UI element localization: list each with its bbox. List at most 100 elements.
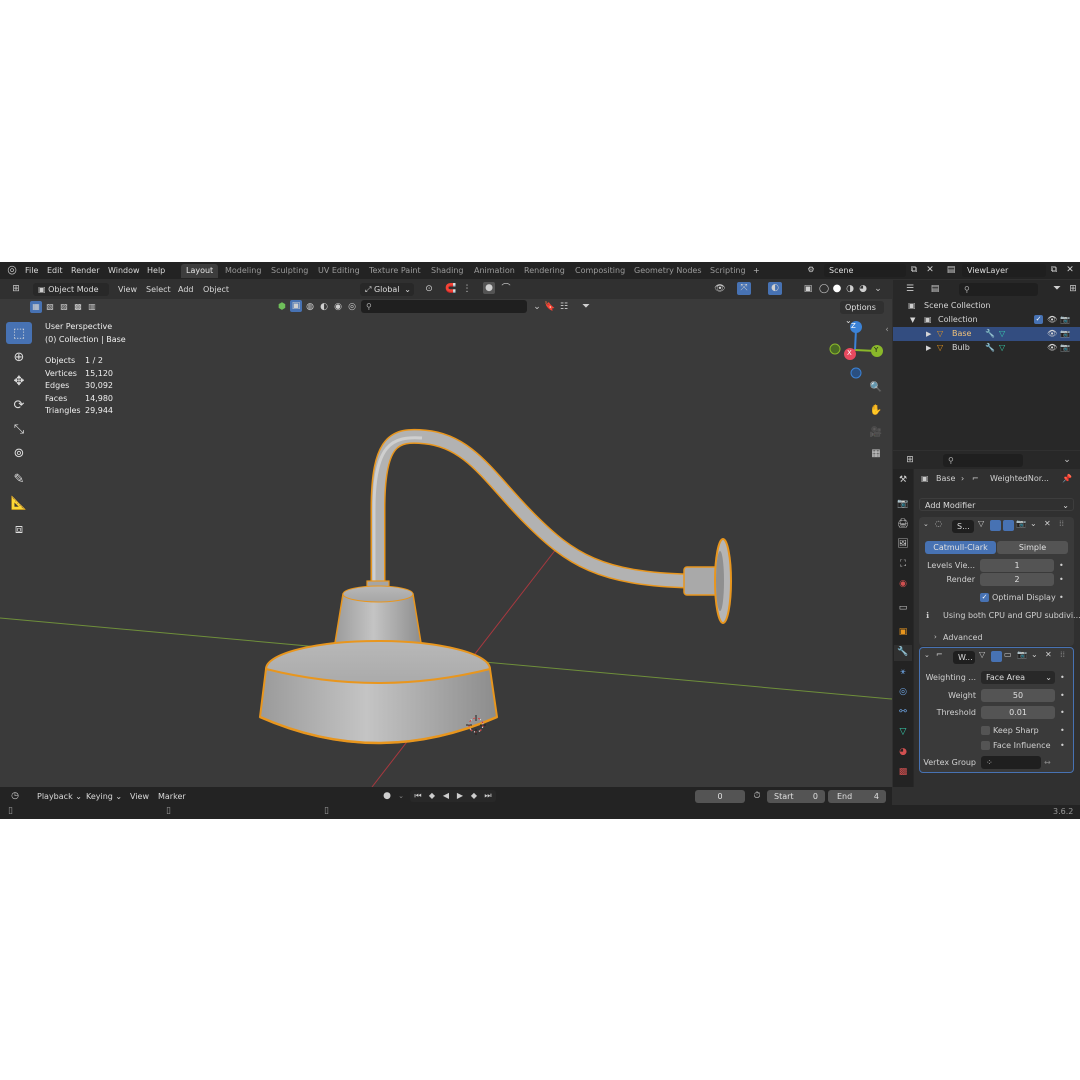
tab-shading[interactable]: Shading (426, 264, 469, 278)
tab-sculpting[interactable]: Sculpting (266, 264, 313, 278)
auto-key-options-icon[interactable]: ⌄ (396, 789, 406, 803)
filter-material-icon[interactable]: ◉ (332, 300, 344, 314)
catmull-clark-tab[interactable]: Catmull-Clark (925, 541, 996, 554)
new-collection-icon[interactable]: ⊞ (1068, 282, 1078, 296)
camera-view-icon[interactable]: 🎥 (867, 426, 885, 440)
filter-light-icon[interactable]: ◐ (318, 300, 330, 314)
editor-type-icon[interactable]: ⊞ (8, 282, 24, 296)
output-tab-icon[interactable]: 🖨 (896, 517, 910, 531)
keyframe-dot-icon[interactable]: • (1060, 671, 1065, 684)
new-view-layer-icon[interactable]: ⧉ (1048, 263, 1060, 277)
mode-dropdown[interactable]: ▣ Object Mode⌄ (33, 283, 109, 307)
drag-handle-icon[interactable]: ⁞⁞ (1059, 519, 1064, 528)
viewport-display-icon[interactable] (1003, 520, 1014, 531)
tab-texture-paint[interactable]: Texture Paint (364, 264, 426, 278)
particles-tab-icon[interactable]: ⚹ (896, 665, 910, 679)
advanced-section-label[interactable]: Advanced (943, 631, 983, 644)
menu-file[interactable]: File (25, 262, 38, 279)
menu-view[interactable]: View (118, 283, 137, 296)
properties-options-icon[interactable]: ⌄ (1061, 453, 1073, 467)
cursor-tool[interactable]: ⊕ (6, 346, 32, 368)
filter-mesh-icon[interactable]: ▣ (290, 300, 302, 312)
keyframe-dot-icon[interactable]: • (1060, 689, 1065, 702)
viewport-display-icon[interactable]: ▭ (1004, 650, 1012, 659)
object-type-icon[interactable]: ⬢ (276, 300, 288, 314)
select-new-icon[interactable]: ▦ (30, 301, 42, 313)
mesh-data-icon[interactable]: ▽ (999, 341, 1005, 355)
scale-tool[interactable]: ⤡ (6, 418, 32, 440)
optimal-display-checkbox[interactable]: ✓ (980, 593, 989, 602)
viewport-search-input[interactable]: ⚲ (361, 300, 527, 313)
eye-icon[interactable]: 👁 (1047, 313, 1057, 327)
prev-keyframe-icon[interactable]: ◆ (426, 789, 438, 803)
outliner-search-input[interactable]: ⚲ (959, 283, 1038, 296)
end-frame-field[interactable]: End 4 (828, 790, 886, 803)
shading-wireframe-icon[interactable]: ◯ (818, 282, 830, 296)
gizmo-y-label[interactable]: Y (874, 346, 878, 354)
data-tab-icon[interactable]: ▽ (896, 725, 910, 739)
add-cube-tool[interactable]: ⧈ (6, 518, 32, 540)
menu-render[interactable]: Render (71, 262, 99, 279)
filter-camera-icon[interactable]: ◎ (346, 300, 358, 314)
texture-tab-icon[interactable]: ▩ (896, 765, 910, 779)
levels-viewport-field[interactable]: 1 (980, 559, 1054, 572)
view-layer-field[interactable]: ViewLayer (962, 264, 1046, 277)
gizmo-icon[interactable]: ⤧ (737, 282, 751, 295)
tool-tab-icon[interactable]: ⚒ (896, 473, 910, 487)
collapse-arrow-icon[interactable]: ⌄ (924, 651, 930, 659)
filter-sphere-icon[interactable]: ◍ (304, 300, 316, 314)
stopwatch-icon[interactable]: ⏱ (751, 789, 763, 803)
constraints-tab-icon[interactable]: ⚯ (896, 705, 910, 719)
delete-scene-icon[interactable]: ✕ (924, 263, 936, 277)
modifier-tab-icon[interactable]: 🔧 (894, 645, 912, 661)
shading-solid-icon[interactable]: ● (831, 282, 843, 296)
simple-tab[interactable]: Simple (997, 541, 1068, 554)
pin-icon[interactable]: 📌 (1062, 472, 1072, 486)
material-tab-icon[interactable]: ◕ (896, 745, 910, 759)
modifier-wrench-icon[interactable]: 🔧 (985, 341, 995, 355)
3d-viewport[interactable]: Z Y X 🔍 ✋ 🎥 ▦ ‹ ▦ ▧ ▨ ▩ ▥ ⬢ ▣ ◍ ◐ ◉ ◎ ⚲ … (0, 299, 892, 787)
object-tab-icon[interactable]: ▣ (896, 625, 910, 639)
proportional-edit-icon[interactable]: ● (483, 282, 495, 294)
menu-playback[interactable]: Playback ⌄ (37, 790, 82, 803)
select-box-tool[interactable]: ⬚ (6, 322, 32, 344)
outliner-filter-icon[interactable]: ⏷ (1048, 282, 1066, 296)
properties-search-input[interactable]: ⚲ (943, 454, 1023, 467)
outliner-item-bulb[interactable]: ▶ ▽ Bulb 🔧 ▽ 👁 📷 (893, 341, 1080, 355)
tab-rendering[interactable]: Rendering (519, 264, 570, 278)
menu-edit[interactable]: Edit (47, 262, 63, 279)
zoom-icon[interactable]: 🔍 (867, 381, 885, 395)
menu-select[interactable]: Select (146, 283, 171, 296)
weight-field[interactable]: 50 (981, 689, 1055, 702)
view-object-types-icon[interactable]: 👁 (711, 282, 729, 296)
scene-icon[interactable]: ⚙ (803, 263, 819, 277)
on-cage-icon[interactable] (991, 651, 1002, 662)
menu-add[interactable]: Add (178, 283, 194, 296)
edit-mode-icon[interactable]: ▽ (978, 519, 984, 528)
face-influence-checkbox[interactable] (981, 741, 990, 750)
tab-layout[interactable]: Layout (181, 264, 219, 278)
world-tab-icon[interactable]: ◉ (896, 577, 910, 591)
drag-handle-icon[interactable]: ⁞⁞ (1060, 650, 1065, 659)
transform-tool[interactable]: ⊚ (6, 442, 32, 464)
rotate-tool[interactable]: ⟳ (6, 394, 32, 416)
edit-mode-icon[interactable]: ▽ (979, 650, 985, 659)
render-display-icon[interactable]: 📷 (1017, 650, 1027, 659)
add-workspace-button[interactable]: + (748, 264, 765, 278)
menu-object[interactable]: Object (203, 283, 229, 296)
options-dropdown[interactable]: Options ⌄ (840, 301, 884, 325)
pan-hand-icon[interactable]: ✋ (867, 404, 885, 418)
vertex-group-field[interactable]: ⁘ (981, 756, 1041, 769)
filter-icon[interactable]: ⏷ (578, 300, 594, 314)
menu-window[interactable]: Window (108, 262, 140, 279)
render-display-icon[interactable]: 📷 (1016, 519, 1026, 528)
collapse-arrow-icon[interactable]: ⌄ (923, 520, 929, 528)
falloff-icon[interactable]: ⌒ (498, 282, 514, 296)
overlays-icon[interactable]: ◐ (768, 282, 782, 295)
modifier-name-field[interactable]: S... (952, 520, 974, 533)
outliner-editor-icon[interactable]: ☰ (901, 282, 919, 296)
keyframe-dot-icon[interactable]: • (1060, 706, 1065, 719)
invert-vertex-group-icon[interactable]: ↔ (1044, 756, 1051, 769)
keyframe-dot-icon[interactable]: • (1060, 739, 1065, 752)
expand-arrow-icon[interactable]: ▼ (910, 313, 915, 327)
